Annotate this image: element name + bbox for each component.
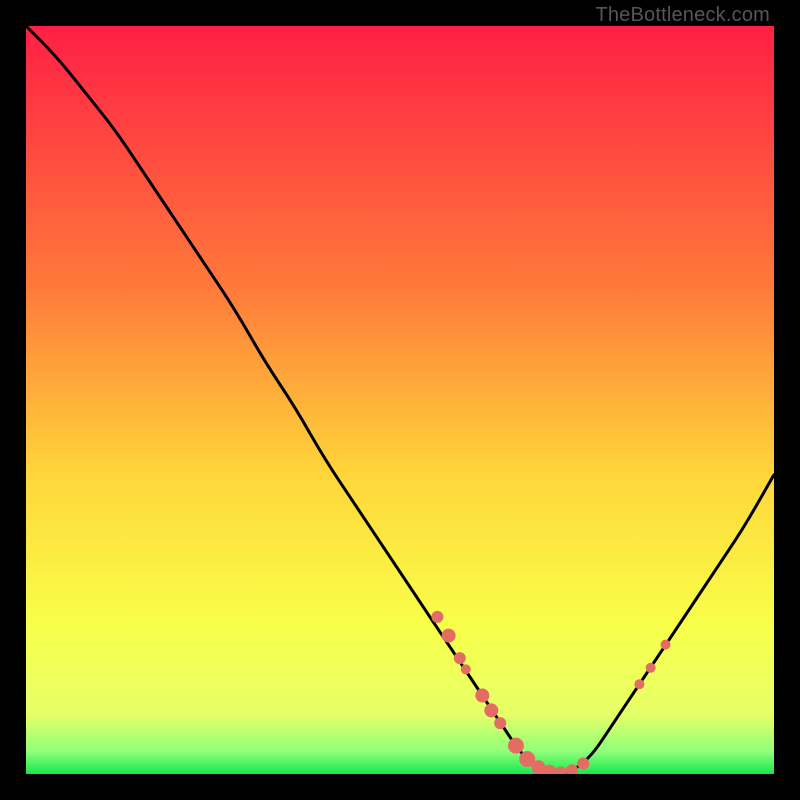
bottleneck-chart xyxy=(26,26,774,774)
data-marker xyxy=(454,652,466,664)
data-marker xyxy=(577,758,589,770)
data-marker xyxy=(475,689,489,703)
data-marker xyxy=(508,738,524,754)
data-marker xyxy=(494,717,506,729)
data-marker xyxy=(634,679,644,689)
watermark-text: TheBottleneck.com xyxy=(595,4,770,27)
data-marker xyxy=(431,611,443,623)
plot-frame xyxy=(26,26,774,774)
gradient-background xyxy=(26,26,774,774)
data-marker xyxy=(442,629,456,643)
data-marker xyxy=(484,703,498,717)
data-marker xyxy=(661,640,671,650)
data-marker xyxy=(646,663,656,673)
data-marker xyxy=(461,664,471,674)
